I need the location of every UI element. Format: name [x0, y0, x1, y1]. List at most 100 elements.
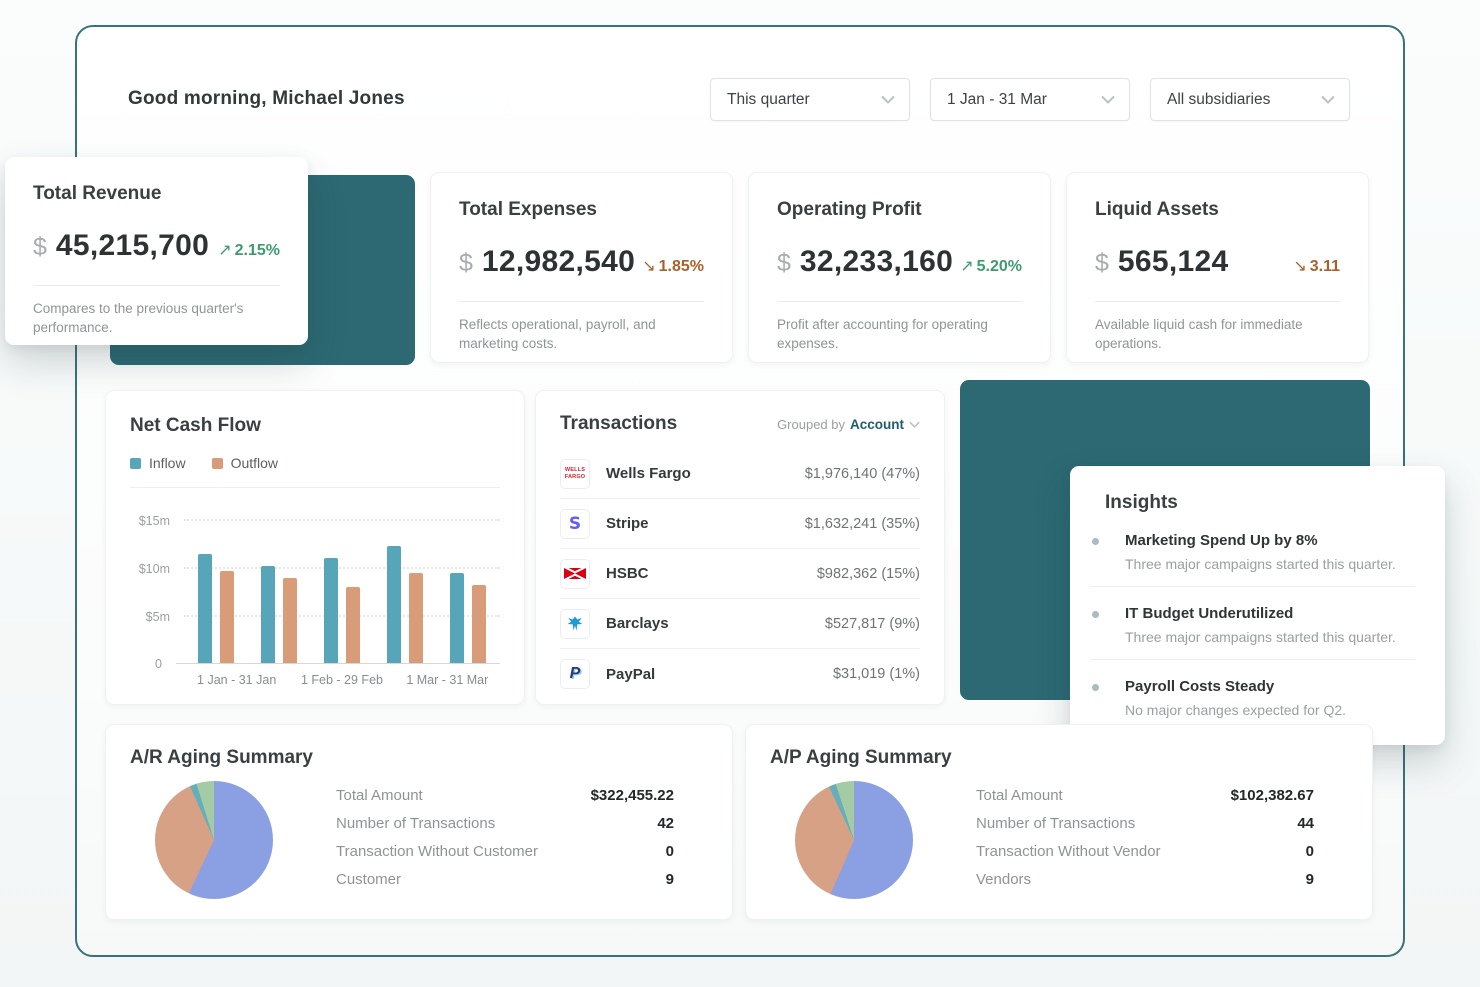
trend-down-icon: ↘: [642, 258, 655, 275]
kpi-title: Total Revenue: [33, 183, 280, 205]
transaction-row-stripe[interactable]: S Stripe $1,632,241 (35%): [560, 499, 920, 549]
kpi-delta: ↗5.20%: [960, 256, 1022, 276]
kpi-card-liquid-assets: Liquid Assets $ 565,124 ↘3.11 Available …: [1066, 172, 1369, 363]
filter-period-dropdown[interactable]: This quarter: [710, 78, 910, 121]
stat-row: Customer 9: [336, 865, 674, 893]
bar-inflow: [450, 573, 464, 663]
bar-outflow: [283, 578, 297, 663]
currency-symbol: $: [777, 249, 791, 278]
y-axis-tick: $5m: [146, 610, 170, 624]
transaction-row-hsbc[interactable]: HSBC $982,362 (15%): [560, 549, 920, 599]
kpi-value: 565,124: [1118, 245, 1229, 279]
kpi-value: 45,215,700: [56, 229, 209, 263]
filter-subsidiaries-dropdown[interactable]: All subsidiaries: [1150, 78, 1350, 121]
ar-aging-title: A/R Aging Summary: [130, 747, 708, 769]
insight-item: Payroll Costs Steady No major changes ex…: [1090, 660, 1415, 732]
hsbc-logo-icon: [560, 559, 590, 589]
kpi-value: 12,982,540: [482, 245, 635, 279]
net-cash-flow-title: Net Cash Flow: [130, 415, 500, 437]
chevron-down-icon: [881, 95, 895, 104]
transaction-row-wells-fargo[interactable]: WELLS FARGO Wells Fargo $1,976,140 (47%): [560, 449, 920, 499]
account-amount: $1,976,140 (47%): [805, 466, 920, 482]
currency-symbol: $: [33, 233, 47, 262]
ap-aging-title: A/P Aging Summary: [770, 747, 1348, 769]
ar-aging-pie-chart: [155, 781, 273, 899]
bar-inflow: [324, 558, 338, 663]
kpi-delta: ↘3.11: [1293, 256, 1340, 276]
transaction-row-barclays[interactable]: Barclays $527,817 (9%): [560, 599, 920, 649]
insight-item: Marketing Spend Up by 8% Three major cam…: [1090, 514, 1415, 587]
kpi-title: Operating Profit: [777, 199, 1022, 221]
filter-daterange-dropdown[interactable]: 1 Jan - 31 Mar: [930, 78, 1130, 121]
stat-row: Transaction Without Vendor 0: [976, 837, 1314, 865]
bar-outflow: [346, 587, 360, 663]
legend-item-inflow: Inflow: [130, 455, 186, 471]
account-amount: $31,019 (1%): [833, 666, 920, 682]
account-amount: $982,362 (15%): [817, 566, 920, 582]
kpi-delta: ↗2.15%: [218, 240, 280, 260]
net-cash-flow-card: Net Cash Flow Inflow Outflow $15m $10m $…: [105, 390, 525, 705]
bar-group: [198, 554, 234, 663]
divider: [1095, 301, 1340, 302]
trend-up-icon: ↗: [960, 258, 973, 275]
stat-row: Total Amount $102,382.67: [976, 781, 1314, 809]
filter-daterange-value: 1 Jan - 31 Mar: [947, 91, 1047, 109]
y-axis-tick: 0: [155, 657, 162, 671]
ap-aging-summary-card: A/P Aging Summary Total Amount $102,382.…: [745, 724, 1373, 920]
chart-legend: Inflow Outflow: [130, 455, 500, 471]
insight-item: IT Budget Underutilized Three major camp…: [1090, 587, 1415, 660]
insight-item-description: Three major campaigns started this quart…: [1125, 629, 1415, 645]
bullet-icon: [1092, 611, 1099, 618]
kpi-value: 32,233,160: [800, 245, 953, 279]
account-name: HSBC: [606, 565, 649, 582]
y-axis-tick: $15m: [139, 514, 170, 528]
insights-card: Insights Marketing Spend Up by 8% Three …: [1070, 466, 1445, 745]
kpi-description: Profit after accounting for operating ex…: [777, 316, 1022, 354]
kpi-card-operating-profit: Operating Profit $ 32,233,160 ↗5.20% Pro…: [748, 172, 1051, 363]
account-amount: $1,632,241 (35%): [805, 516, 920, 532]
account-amount: $527,817 (9%): [825, 616, 920, 632]
x-axis-tick: 1 Mar - 31 Mar: [395, 673, 500, 687]
divider: [459, 301, 704, 302]
chevron-down-icon: [909, 421, 920, 428]
ar-stats: Total Amount $322,455.22 Number of Trans…: [336, 781, 674, 893]
stripe-logo-icon: S: [560, 509, 590, 539]
ar-aging-summary-card: A/R Aging Summary Total Amount $322,455.…: [105, 724, 733, 920]
x-axis-line: 0: [176, 663, 500, 664]
trend-down-icon: ↘: [1293, 258, 1306, 275]
insight-item-title: Marketing Spend Up by 8%: [1125, 532, 1415, 549]
grouped-by-dropdown[interactable]: Grouped by Account: [777, 417, 920, 432]
bullet-icon: [1092, 684, 1099, 691]
transactions-card: Transactions Grouped by Account WELLS FA…: [535, 390, 945, 705]
bar-group: [261, 566, 297, 663]
wells-fargo-logo-icon: WELLS FARGO: [560, 459, 590, 489]
kpi-title: Liquid Assets: [1095, 199, 1340, 221]
divider: [33, 285, 280, 286]
account-name: Barclays: [606, 615, 669, 632]
account-name: Wells Fargo: [606, 465, 691, 482]
dashboard-canvas: Good morning, Michael Jones This quarter…: [0, 0, 1480, 987]
bullet-icon: [1092, 538, 1099, 545]
kpi-title: Total Expenses: [459, 199, 704, 221]
inflow-swatch: [130, 458, 141, 469]
bar-outflow: [472, 585, 486, 663]
paypal-logo-icon: P: [560, 659, 590, 689]
kpi-delta: ↘1.85%: [642, 256, 704, 276]
x-axis-tick: 1 Feb - 29 Feb: [289, 673, 394, 687]
chevron-down-icon: [1321, 95, 1335, 104]
kpi-card-total-expenses: Total Expenses $ 12,982,540 ↘1.85% Refle…: [430, 172, 733, 363]
account-name: Stripe: [606, 515, 649, 532]
stat-row: Total Amount $322,455.22: [336, 781, 674, 809]
stat-row: Vendors 9: [976, 865, 1314, 893]
y-axis-tick: $10m: [139, 562, 170, 576]
bar-inflow: [198, 554, 212, 663]
bar-series: [184, 519, 500, 663]
filter-subsidiaries-value: All subsidiaries: [1167, 91, 1270, 109]
divider: [130, 487, 500, 488]
transaction-row-paypal[interactable]: P PayPal $31,019 (1%): [560, 649, 920, 699]
bar-outflow: [220, 571, 234, 663]
insights-title: Insights: [1105, 492, 1415, 514]
greeting-text: Good morning, Michael Jones: [128, 88, 405, 110]
ap-aging-pie-chart: [795, 781, 913, 899]
outflow-swatch: [212, 458, 223, 469]
